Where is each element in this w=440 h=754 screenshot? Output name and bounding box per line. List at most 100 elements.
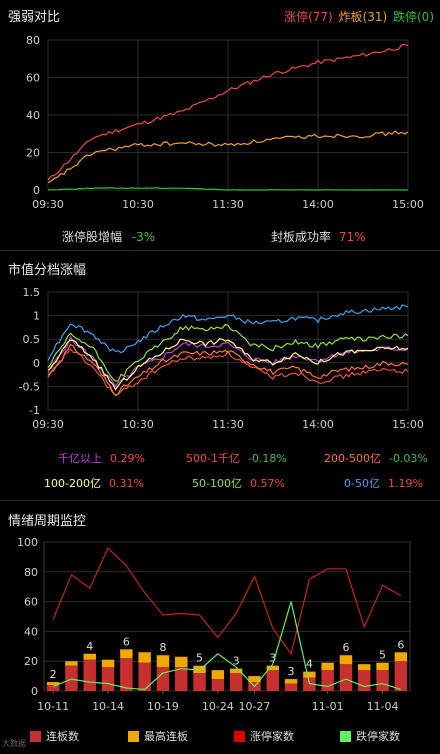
legend-label: 涨停家数 (250, 730, 294, 743)
legend-zt-count: 涨停家数 (234, 728, 294, 744)
y-tick-label: 60 (26, 72, 40, 85)
y-tick-label: 1 (33, 310, 40, 323)
zt-growth-label: 涨停股增幅 (62, 230, 123, 244)
caption-item: 50-100亿 0.57% (192, 475, 285, 491)
bar-max-lianban (339, 655, 353, 665)
y-tick-label: 100 (17, 536, 38, 549)
legend-swatch (128, 730, 139, 742)
caption-value: 0.29% (110, 452, 145, 465)
panel1-legend: 涨停(77) 炸板(31) 跌停(0) (282, 8, 434, 25)
bar-max-lianban (101, 659, 115, 668)
bar-max-lianban (358, 664, 371, 671)
separator (0, 500, 440, 501)
caption-label: 0-50亿 (344, 477, 380, 490)
caption-value: 1.19% (387, 477, 423, 490)
legend-max-lianban: 最高连板 (128, 728, 188, 744)
y-tick-label: -1 (29, 404, 40, 417)
bar-max-lianban (65, 661, 78, 666)
bar-max-lianban (175, 656, 188, 668)
caption-label: 200-500亿 (324, 452, 381, 465)
legend-swatch (30, 730, 41, 742)
bar-lianban (284, 683, 298, 691)
bar-data-label: 6 (342, 641, 349, 654)
bar-data-label: 5 (196, 652, 203, 665)
caption-label: 千亿以上 (58, 452, 102, 465)
y-tick-label: 20 (26, 147, 40, 160)
zt-growth-stat: 涨停股增幅 -3% (62, 228, 155, 245)
y-tick-label: 60 (24, 596, 38, 609)
panel1-title: 强弱对比 (8, 10, 61, 25)
zt-growth-value: -3% (131, 230, 156, 244)
caption-label: 100-200亿 (44, 477, 101, 490)
bar-lianban (358, 670, 371, 691)
bar-data-label: 6 (123, 635, 130, 648)
x-tick-label: 10-19 (147, 700, 179, 713)
legend-swatch (340, 730, 351, 742)
bar-lianban (394, 661, 408, 691)
x-tick-label: 11:30 (212, 198, 244, 211)
x-tick-label: 10-14 (92, 700, 124, 713)
seal-rate-value: 71% (338, 230, 366, 244)
legend-label: 最高连板 (144, 730, 188, 743)
legend-limit-up: 涨停(77) (284, 10, 333, 24)
y-tick-label: 80 (26, 34, 40, 47)
separator (0, 250, 440, 251)
panel2-title: 市值分档涨幅 (8, 263, 87, 278)
bar-lianban (376, 670, 389, 691)
bar-lianban (101, 667, 115, 691)
bar-max-lianban (138, 652, 151, 663)
bar-max-lianban (120, 649, 133, 659)
x-tick-label: 14:00 (302, 198, 334, 211)
x-tick-label: 11-01 (312, 700, 344, 713)
bar-max-lianban (83, 653, 96, 660)
y-tick-label: 0 (33, 184, 40, 197)
caption-value: 0.31% (108, 477, 144, 490)
caption-item: 千亿以上 0.29% (58, 450, 145, 466)
bar-data-label: 2 (50, 668, 57, 681)
legend-swatch (234, 730, 245, 742)
x-tick-label: 10-24 (202, 700, 234, 713)
bar-max-lianban (321, 662, 334, 671)
caption-value: -0.18% (247, 452, 287, 465)
bar-lianban (138, 662, 151, 691)
x-tick-label: 15:00 (392, 418, 424, 431)
legend-dt-count: 跌停家数 (340, 728, 400, 744)
y-tick-label: 80 (24, 566, 38, 579)
bar-lianban (193, 673, 206, 691)
bar-max-lianban (211, 670, 225, 680)
seal-rate-stat: 封板成功率 71% (271, 228, 366, 245)
bar-data-label: 6 (397, 638, 404, 651)
bar-lianban (321, 670, 334, 691)
bar-lianban (156, 667, 170, 691)
x-tick-label: 09:30 (32, 198, 64, 211)
legend-lianban: 连板数 (30, 728, 79, 744)
bar-lianban (175, 667, 188, 691)
zt-count-line (52, 546, 402, 656)
plot-frame (43, 541, 411, 692)
bar-lianban (229, 673, 243, 691)
caption-value: -0.03% (388, 452, 428, 465)
y-tick-label: 0 (31, 685, 38, 698)
bar-lianban (65, 665, 78, 691)
x-tick-label: 10:30 (122, 198, 154, 211)
bar-max-lianban (156, 655, 170, 668)
x-tick-label: 10-11 (37, 700, 69, 713)
legend-label: 连板数 (46, 730, 79, 743)
caption-item: 500-1千亿 -0.18% (186, 450, 287, 466)
bar-max-lianban (394, 652, 408, 662)
x-tick-label: 11-04 (367, 700, 399, 713)
legend-label: 跌停家数 (356, 730, 400, 743)
watermark: 大数据 (2, 739, 26, 748)
y-tick-label: 40 (26, 109, 40, 122)
x-tick-label: 15:00 (392, 198, 424, 211)
caption-item: 0-50亿 1.19% (344, 475, 423, 491)
y-tick-label: 20 (24, 655, 38, 668)
x-tick-label: 10:30 (122, 418, 154, 431)
emotion-cycle-chart: 10080604020024 6 85 3 33465610-11 10-14 10-19 1… (17, 536, 411, 713)
bar-data-label: 5 (379, 649, 386, 662)
y-tick-label: 40 (24, 625, 38, 638)
y-tick-label: 0 (33, 357, 40, 370)
bar-data-label: 4 (86, 640, 93, 653)
x-tick-label: 09:30 (32, 418, 64, 431)
bar-lianban (83, 659, 96, 691)
